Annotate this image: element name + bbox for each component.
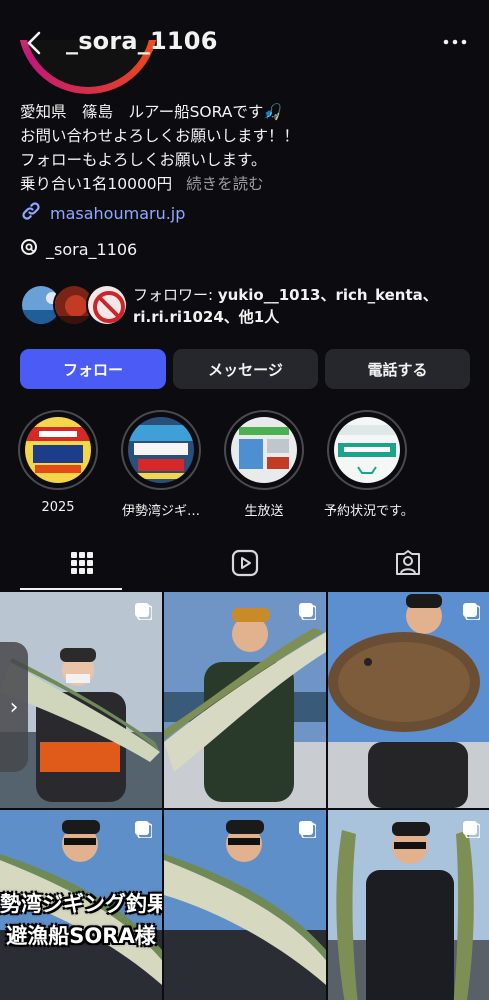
highlight-label: 生放送 <box>244 504 284 519</box>
highlight-label: 予約状況です。 <box>324 504 410 519</box>
multiple-photos-icon <box>298 602 316 620</box>
tab-selected-indicator <box>20 588 122 590</box>
website-link[interactable]: masahoumaru.jp <box>20 200 185 226</box>
follow-button[interactable]: フォロー <box>20 349 166 389</box>
highlight-2025[interactable]: 2025 <box>15 410 101 515</box>
bio-line: お問い合わせよろしくお願いします！！ <box>20 127 300 145</box>
post-grid: 勢湾ジギング釣果情 避漁船SORA様 <box>0 592 489 1000</box>
threads-icon <box>20 238 38 260</box>
highlight-cover <box>231 417 297 483</box>
highlight-cover <box>25 417 91 483</box>
post-thumbnail[interactable] <box>328 810 489 1000</box>
tab-tagged[interactable] <box>326 540 489 590</box>
post-thumbnail[interactable] <box>328 592 489 808</box>
post-thumbnail[interactable]: 勢湾ジギング釣果情 避漁船SORA様 <box>0 810 162 1000</box>
bio-line: 愛知県 篠島 ルアー船SORAです🎣 <box>20 103 283 121</box>
follower-avatars <box>20 284 128 326</box>
highlight-cover <box>334 417 400 483</box>
story-highlights: 2025 伊勢湾ジギ… 生放送 予約状況です。 <box>0 410 489 520</box>
threads-link[interactable]: _sora_1106 <box>20 238 137 260</box>
reels-play-icon <box>231 549 259 581</box>
mutual-followers-text: フォロワー: yukio__1013、rich_kenta、 ri.ri.ri1… <box>133 284 473 328</box>
tab-grid[interactable] <box>0 540 163 590</box>
highlight-cover <box>128 417 194 483</box>
post-overlay-text: 勢湾ジギング釣果情 <box>0 892 162 916</box>
highlight-label: 2025 <box>41 500 75 515</box>
post-thumbnail[interactable] <box>164 810 326 1000</box>
call-button[interactable]: 電話する <box>325 349 470 389</box>
message-button[interactable]: メッセージ <box>173 349 318 389</box>
followers-names-more: ri.ri.ri1024、他1人 <box>133 308 280 326</box>
multiple-photos-icon <box>462 602 480 620</box>
tagged-person-icon <box>394 549 422 581</box>
side-panel-handle[interactable]: › <box>0 642 28 772</box>
bio-line: フォローもよろしくお願いします。 <box>20 151 267 169</box>
top-bar: _sora_1106 <box>0 0 489 74</box>
tab-reels[interactable] <box>163 540 326 590</box>
highlight-ring <box>18 410 98 490</box>
followers-prefix: フォロワー: <box>133 286 218 304</box>
chevron-right-icon: › <box>9 694 19 720</box>
bio-more-link[interactable]: 続きを読む <box>186 175 264 193</box>
mutual-followers[interactable]: フォロワー: yukio__1013、rich_kenta、 ri.ri.ri1… <box>20 284 480 328</box>
post-thumbnail[interactable] <box>164 592 326 808</box>
avatar <box>86 284 128 326</box>
grid-icon <box>70 551 94 579</box>
highlight-ise-bay-jigging[interactable]: 伊勢湾ジギ… <box>118 410 204 519</box>
profile-tabs <box>0 540 489 590</box>
multiple-photos-icon <box>134 820 152 838</box>
bio-line: 乗り合い1名10000円 続きを読む <box>20 172 480 196</box>
highlight-ring <box>327 410 407 490</box>
post-overlay-text: 避漁船SORA様 <box>6 924 156 948</box>
link-icon <box>20 200 42 226</box>
highlight-reservation-status[interactable]: 予約状況です。 <box>324 410 410 519</box>
highlight-ring <box>224 410 304 490</box>
highlight-live[interactable]: 生放送 <box>221 410 307 519</box>
multiple-photos-icon <box>298 820 316 838</box>
profile-username: _sora_1106 <box>66 27 218 55</box>
highlight-label: 伊勢湾ジギ… <box>121 504 200 519</box>
threads-username: _sora_1106 <box>46 239 138 259</box>
profile-actions: フォロー メッセージ 電話する <box>20 349 470 389</box>
bio-price: 乗り合い1名10000円 <box>20 175 173 193</box>
chevron-left-icon[interactable] <box>22 30 48 56</box>
highlight-ring <box>121 410 201 490</box>
followers-names: yukio__1013、rich_kenta、 <box>217 286 438 304</box>
website-link-text: masahoumaru.jp <box>50 203 186 223</box>
more-horizontal-icon[interactable] <box>443 32 467 52</box>
multiple-photos-icon <box>134 602 152 620</box>
multiple-photos-icon <box>462 820 480 838</box>
profile-bio: 愛知県 篠島 ルアー船SORAです🎣 お問い合わせよろしくお願いします！！ フォ… <box>20 100 480 196</box>
